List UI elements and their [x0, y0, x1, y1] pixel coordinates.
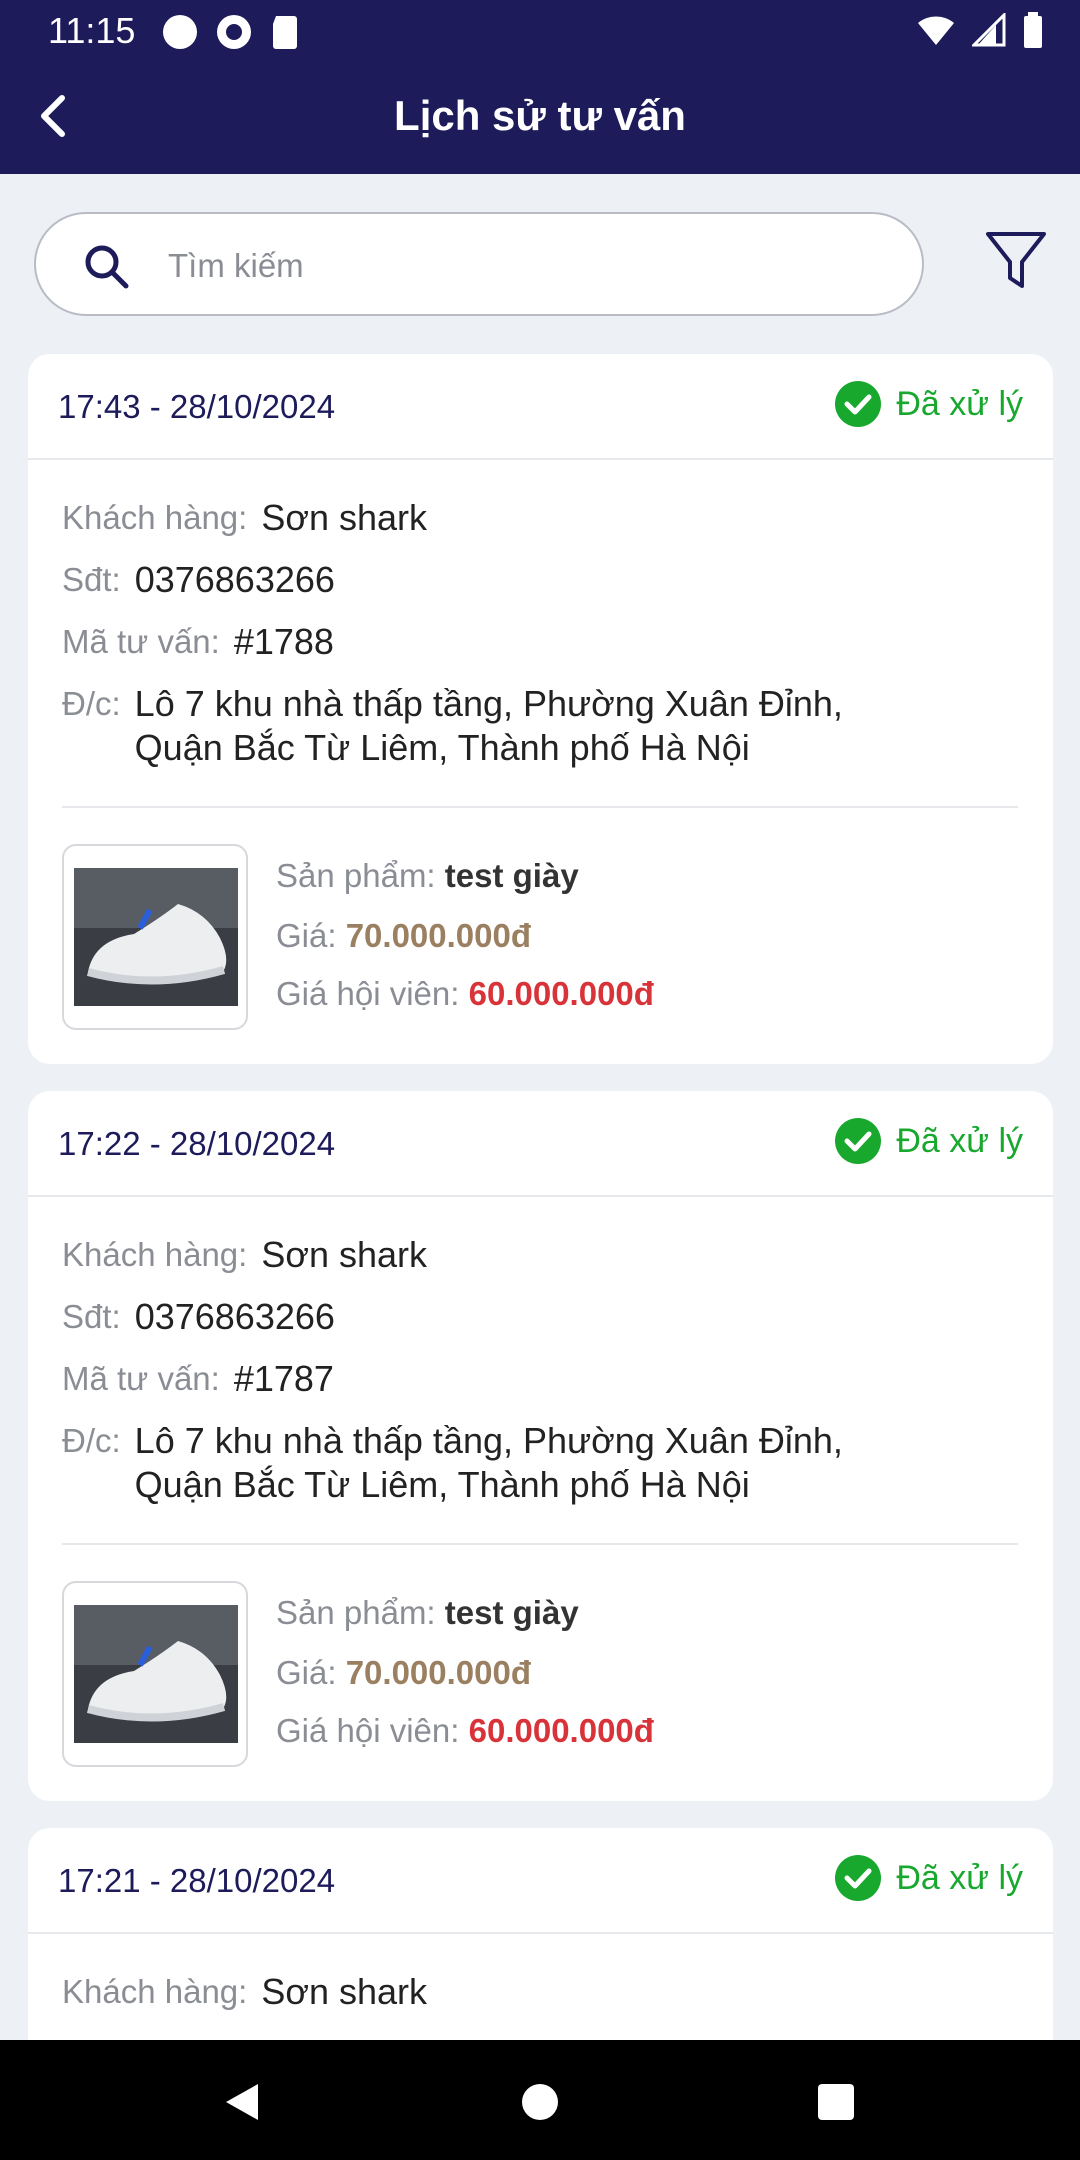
code-value: #1787: [233, 1358, 334, 1399]
check-circle-icon: [835, 381, 882, 427]
product-label: Sản phẩm:: [276, 1594, 436, 1631]
product-thumbnail[interactable]: [62, 1581, 248, 1767]
member-price-label: Giá hội viên:: [276, 975, 460, 1012]
code-label: Mã tư vấn:: [62, 623, 220, 660]
card-datetime: 17:22 - 28/10/2024: [58, 1125, 336, 1162]
member-price-value: 60.000.000đ: [468, 975, 654, 1012]
address-row: Đ/c: Lô 7 khu nhà thấp tầng, Phường Xuân…: [62, 682, 843, 770]
filter-button[interactable]: [984, 228, 1048, 297]
member-price-row: Giá hội viên: 60.000.000đ: [276, 972, 654, 1016]
customer-row: Khách hàng: Sơn shark: [62, 1970, 427, 2014]
battery-icon: [1024, 12, 1042, 48]
price-row: Giá: 70.000.000đ: [276, 1651, 531, 1695]
customer-name: Sơn shark: [261, 1971, 428, 2012]
price-value: 70.000.000đ: [345, 917, 532, 954]
shoe-image: [74, 1605, 238, 1743]
search-input[interactable]: Tìm kiếm: [34, 212, 924, 316]
card-datetime: 17:21 - 28/10/2024: [58, 1862, 336, 1899]
divider: [62, 806, 1018, 808]
consultation-card[interactable]: 17:43 - 28/10/2024 Đã xử lý Khách hàng: …: [28, 354, 1053, 1064]
price-label: Giá:: [276, 1654, 337, 1691]
address-line-1: Lô 7 khu nhà thấp tầng, Phường Xuân Đỉnh…: [134, 683, 843, 724]
triangle-back-icon[interactable]: [220, 2080, 264, 2124]
check-circle-icon: [835, 1118, 882, 1164]
code-label: Mã tư vấn:: [62, 1360, 220, 1397]
shoe-image: [74, 868, 238, 1006]
customer-name: Sơn shark: [261, 1234, 428, 1275]
circle-home-icon[interactable]: [518, 2080, 562, 2124]
consultation-card[interactable]: 17:22 - 28/10/2024 Đã xử lý Khách hàng: …: [28, 1091, 1053, 1801]
product-name: test giày: [444, 1594, 579, 1631]
status-bar: 11:15: [0, 0, 1080, 62]
app-notification-icon: [217, 15, 251, 49]
member-price-value: 60.000.000đ: [468, 1712, 654, 1749]
customer-label: Khách hàng:: [62, 1973, 248, 2010]
sd-card-icon: [273, 16, 297, 49]
system-navigation-bar: [0, 2040, 1080, 2160]
status-badge: Đã xử lý: [834, 1117, 1023, 1165]
signal-icon: [972, 13, 1006, 47]
customer-row: Khách hàng: Sơn shark: [62, 496, 427, 540]
status-badge: Đã xử lý: [834, 1854, 1023, 1902]
filter-icon: [986, 232, 1046, 288]
member-price-label: Giá hội viên:: [276, 1712, 460, 1749]
phone-row: Sđt: 0376863266: [62, 1295, 335, 1339]
customer-name: Sơn shark: [261, 497, 428, 538]
card-header: 17:22 - 28/10/2024 Đã xử lý: [28, 1091, 1053, 1197]
code-row: Mã tư vấn: #1787: [62, 1357, 334, 1401]
system-icons: [916, 12, 1044, 48]
phone-value: 0376863266: [134, 1296, 335, 1337]
status-text: Đã xử lý: [896, 385, 1023, 423]
square-recents-icon[interactable]: [814, 2080, 858, 2124]
wifi-icon: [918, 16, 954, 45]
address-row: Đ/c: Lô 7 khu nhà thấp tầng, Phường Xuân…: [62, 1419, 843, 1507]
address-label: Đ/c:: [62, 1422, 121, 1459]
divider: [62, 1543, 1018, 1545]
status-badge: Đã xử lý: [834, 380, 1023, 428]
phone-label: Sđt:: [62, 561, 121, 598]
member-price-row: Giá hội viên: 60.000.000đ: [276, 1709, 654, 1753]
status-text: Đã xử lý: [896, 1859, 1023, 1897]
notification-dot-icon: [163, 15, 197, 49]
search-placeholder: Tìm kiếm: [168, 247, 304, 284]
phone-label: Sđt:: [62, 1298, 121, 1335]
customer-label: Khách hàng:: [62, 1236, 248, 1273]
price-row: Giá: 70.000.000đ: [276, 914, 531, 958]
price-value: 70.000.000đ: [345, 1654, 532, 1691]
code-value: #1788: [233, 621, 334, 662]
page-title: Lịch sử tư vấn: [394, 92, 686, 139]
code-row: Mã tư vấn: #1788: [62, 620, 334, 664]
app-bar: Lịch sử tư vấn: [0, 62, 1080, 174]
product-name: test giày: [444, 857, 579, 894]
product-label: Sản phẩm:: [276, 857, 436, 894]
phone-value: 0376863266: [134, 559, 335, 600]
address-line-2: Quận Bắc Từ Liêm, Thành phố Hà Nội: [134, 1464, 750, 1505]
search-icon: [85, 245, 129, 289]
address-label: Đ/c:: [62, 685, 121, 722]
status-text: Đã xử lý: [896, 1122, 1023, 1160]
customer-row: Khách hàng: Sơn shark: [62, 1233, 427, 1277]
product-name-row: Sản phẩm: test giày: [276, 854, 579, 898]
product-thumbnail[interactable]: [62, 844, 248, 1030]
phone-row: Sđt: 0376863266: [62, 558, 335, 602]
address-line-1: Lô 7 khu nhà thấp tầng, Phường Xuân Đỉnh…: [134, 1420, 843, 1461]
card-header: 17:43 - 28/10/2024 Đã xử lý: [28, 354, 1053, 460]
address-line-2: Quận Bắc Từ Liêm, Thành phố Hà Nội: [134, 727, 750, 768]
card-datetime: 17:43 - 28/10/2024: [58, 388, 336, 425]
card-header: 17:21 - 28/10/2024 Đã xử lý: [28, 1828, 1053, 1934]
price-label: Giá:: [276, 917, 337, 954]
customer-label: Khách hàng:: [62, 499, 248, 536]
check-circle-icon: [835, 1855, 882, 1901]
product-name-row: Sản phẩm: test giày: [276, 1591, 579, 1635]
status-time: 11:15: [48, 10, 136, 51]
notification-icons: [162, 14, 300, 50]
